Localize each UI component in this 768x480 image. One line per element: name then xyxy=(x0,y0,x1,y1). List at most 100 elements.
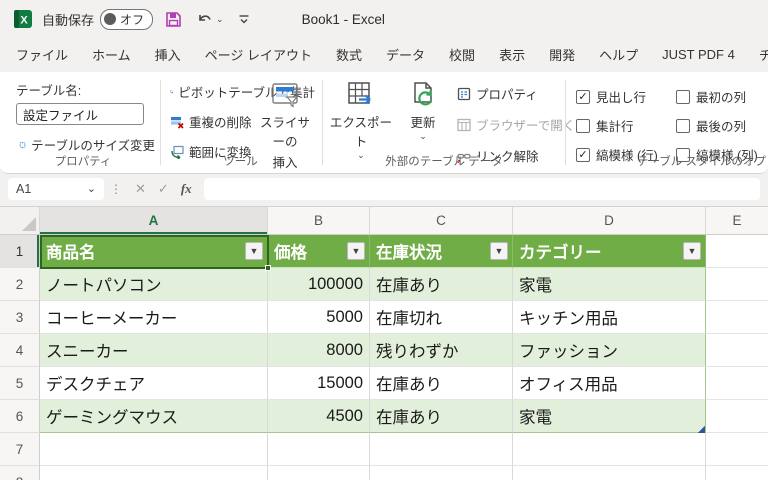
tab-page-layout[interactable]: ページ レイアウト xyxy=(195,39,322,72)
cell-b4[interactable]: 8000 xyxy=(268,334,370,367)
tab-review[interactable]: 校閲 xyxy=(439,39,485,72)
cell-e6[interactable] xyxy=(706,400,768,433)
name-box-chevron-icon[interactable]: ⌄ xyxy=(87,184,96,195)
save-button[interactable] xyxy=(163,9,184,30)
tab-help[interactable]: ヘルプ xyxy=(589,39,648,72)
tab-just-pdf-4[interactable]: JUST PDF 4 xyxy=(652,41,745,70)
cell-a7[interactable] xyxy=(40,433,268,466)
autosave-label: 自動保存 xyxy=(42,12,95,28)
cell-e3[interactable] xyxy=(706,301,768,334)
tab-insert[interactable]: 挿入 xyxy=(145,39,191,72)
tab-file[interactable]: ファイル xyxy=(6,39,78,72)
cell-b5[interactable]: 15000 xyxy=(268,367,370,400)
enter-icon[interactable]: ✓ xyxy=(158,181,169,197)
row-header-6[interactable]: 6 xyxy=(0,400,40,433)
cell-d8[interactable] xyxy=(513,466,706,480)
cell-e1[interactable] xyxy=(706,235,768,268)
table-header-row: 1 商品名 ▼ 価格 ▼ 在庫状況 ▼ カテゴリー ▼ xyxy=(0,235,768,268)
cell-a5[interactable]: デスクチェア xyxy=(40,367,268,400)
cell-b8[interactable] xyxy=(268,466,370,480)
empty-row: 8 xyxy=(0,466,768,480)
checkbox-box[interactable] xyxy=(676,89,690,104)
table-name-input[interactable] xyxy=(16,103,144,125)
undo-icon xyxy=(199,15,211,21)
cell-b2[interactable]: 100000 xyxy=(268,268,370,301)
checkbox-box[interactable] xyxy=(576,89,590,104)
external-properties-button[interactable]: プロパティ xyxy=(454,82,578,105)
name-box[interactable]: A1 ⌄ xyxy=(8,178,104,200)
refresh-button[interactable]: 更新 ⌄ xyxy=(400,80,446,141)
checkbox-total-row[interactable]: 集計行 xyxy=(576,116,676,135)
row-header-2[interactable]: 2 xyxy=(0,268,40,301)
open-in-browser-button: ブラウザーで開く xyxy=(454,113,578,136)
cell-e5[interactable] xyxy=(706,367,768,400)
cell-d6[interactable]: 家電 xyxy=(513,400,706,433)
formula-input[interactable] xyxy=(203,178,760,200)
cancel-icon[interactable]: ✕ xyxy=(135,181,146,197)
cell-d3[interactable]: キッチン用品 xyxy=(513,301,706,334)
tab-formulas[interactable]: 数式 xyxy=(326,39,372,72)
table-header-cell[interactable]: カテゴリー ▼ xyxy=(513,235,706,268)
formula-bar-splitter[interactable]: ⋮ xyxy=(110,182,123,196)
select-all-corner[interactable] xyxy=(0,207,40,234)
cell-a3[interactable]: コーヒーメーカー xyxy=(40,301,268,334)
cell-e7[interactable] xyxy=(706,433,768,466)
cell-d7[interactable] xyxy=(513,433,706,466)
cell-d4[interactable]: ファッション xyxy=(513,334,706,367)
tab-home[interactable]: ホーム xyxy=(82,39,141,72)
column-header-a[interactable]: A xyxy=(40,207,268,234)
undo-button[interactable]: ⌄ xyxy=(194,9,226,29)
cell-a6[interactable]: ゲーミングマウス xyxy=(40,400,268,433)
cell-b7[interactable] xyxy=(268,433,370,466)
column-header-b[interactable]: B xyxy=(268,207,370,234)
cell-d5[interactable]: オフィス用品 xyxy=(513,367,706,400)
cell-c3[interactable]: 在庫切れ xyxy=(370,301,513,334)
cell-c2[interactable]: 在庫あり xyxy=(370,268,513,301)
filter-dropdown-icon[interactable]: ▼ xyxy=(347,242,365,260)
cell-d2[interactable]: 家電 xyxy=(513,268,706,301)
checkbox-header-row[interactable]: 見出し行 xyxy=(576,87,676,106)
cell-e8[interactable] xyxy=(706,466,768,480)
cell-b3[interactable]: 5000 xyxy=(268,301,370,334)
cell-c7[interactable] xyxy=(370,433,513,466)
export-button[interactable]: エクスポート ⌄ xyxy=(328,80,394,160)
cell-c6[interactable]: 在庫あり xyxy=(370,400,513,433)
cell-a8[interactable] xyxy=(40,466,268,480)
checkbox-box[interactable] xyxy=(576,118,590,133)
cell-e4[interactable] xyxy=(706,334,768,367)
autosave-toggle[interactable]: オフ xyxy=(100,8,154,30)
checkbox-box[interactable] xyxy=(676,118,690,133)
row-header-8[interactable]: 8 xyxy=(0,466,40,480)
row-header-4[interactable]: 4 xyxy=(0,334,40,367)
cell-c8[interactable] xyxy=(370,466,513,480)
filter-dropdown-icon[interactable]: ▼ xyxy=(683,242,701,260)
tab-view[interactable]: 表示 xyxy=(489,39,535,72)
tab-developer[interactable]: 開発 xyxy=(539,39,585,72)
column-header-e[interactable]: E xyxy=(706,207,768,234)
table-header-cell[interactable]: 在庫状況 ▼ xyxy=(370,235,513,268)
refresh-dropdown-chevron: ⌄ xyxy=(419,131,427,141)
row-header-1[interactable]: 1 xyxy=(0,235,40,268)
cell-c4[interactable]: 残りわずか xyxy=(370,334,513,367)
table-header-cell[interactable]: 商品名 ▼ xyxy=(40,235,268,268)
cell-e2[interactable] xyxy=(706,268,768,301)
row-header-3[interactable]: 3 xyxy=(0,301,40,334)
tab-data[interactable]: データ xyxy=(376,39,435,72)
cell-b6[interactable]: 4500 xyxy=(268,400,370,433)
checkbox-first-column[interactable]: 最初の列 xyxy=(676,87,768,106)
tab-team[interactable]: チーム xyxy=(749,39,768,72)
table-header-cell[interactable]: 価格 ▼ xyxy=(268,235,370,268)
row-header-7[interactable]: 7 xyxy=(0,433,40,466)
cell-a2[interactable]: ノートパソコン xyxy=(40,268,268,301)
filter-dropdown-icon[interactable]: ▼ xyxy=(490,242,508,260)
row-header-5[interactable]: 5 xyxy=(0,367,40,400)
filter-dropdown-icon[interactable]: ▼ xyxy=(245,242,263,260)
column-header-d[interactable]: D xyxy=(513,207,706,234)
cell-c5[interactable]: 在庫あり xyxy=(370,367,513,400)
cell-a4[interactable]: スニーカー xyxy=(40,334,268,367)
checkbox-last-column[interactable]: 最後の列 xyxy=(676,116,768,135)
insert-function-icon[interactable]: fx xyxy=(181,181,192,197)
column-header-c[interactable]: C xyxy=(370,207,513,234)
quick-access-toolbar-more-button[interactable] xyxy=(236,11,252,27)
undo-dropdown-chevron[interactable]: ⌄ xyxy=(216,15,224,24)
